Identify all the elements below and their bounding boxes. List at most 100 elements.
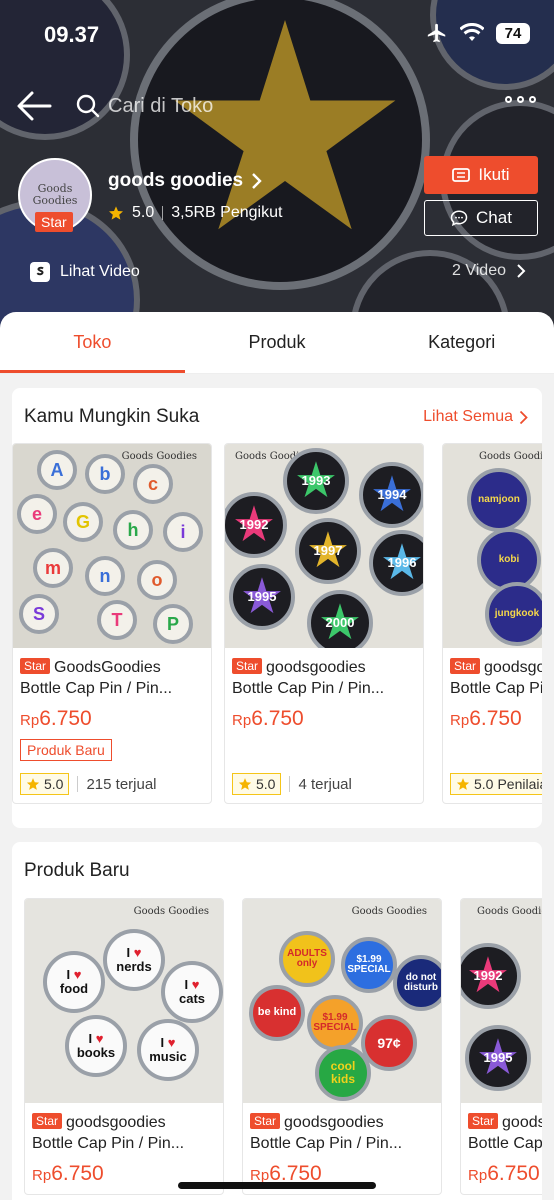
product-price: Rp6.750 xyxy=(468,1162,542,1186)
shop-rating: 5.0 xyxy=(132,204,155,221)
currency: Rp xyxy=(20,712,40,729)
pin-image: A xyxy=(37,450,77,490)
pin-image: o xyxy=(137,560,177,600)
follow-ticket-icon xyxy=(452,168,471,182)
pin-image: 1997 xyxy=(295,518,361,584)
currency: Rp xyxy=(32,1167,52,1184)
search-placeholder: Cari di Toko xyxy=(108,94,214,117)
follow-button[interactable]: Ikuti xyxy=(424,156,538,194)
chat-bubble-icon xyxy=(450,210,468,227)
product-name: Stargoodsgoodies xyxy=(232,656,416,678)
product-name-line2: Bottle Cap Pin / Pin... xyxy=(468,1135,542,1152)
pin-label: 1992 xyxy=(473,968,503,984)
home-indicator[interactable] xyxy=(178,1182,376,1189)
brand-logo-mark: Goods Goodies xyxy=(121,451,197,462)
pin-label: be kind xyxy=(257,1006,297,1019)
product-info: Star GoodsGoodies Bottle Cap Pin / Pin...… xyxy=(13,648,211,803)
star-badge: Star xyxy=(468,1113,499,1129)
star-badge: Star xyxy=(450,658,481,674)
shop-tabs: Toko Produk Kategori xyxy=(0,312,554,374)
pin-image: 1992 xyxy=(225,492,287,558)
product-price: Rp6.750 xyxy=(232,707,416,731)
product-name-line2: Bottle Cap Pin / Pin... xyxy=(450,680,542,697)
pin-image: 1994 xyxy=(359,462,423,528)
chevron-right-icon xyxy=(252,173,262,189)
back-button[interactable] xyxy=(16,90,52,122)
video-link[interactable]: Lihat Video xyxy=(30,262,140,282)
product-name: Stargoodsgoodies xyxy=(250,1111,434,1133)
chat-button[interactable]: Chat xyxy=(424,200,538,236)
tab-kategori[interactable]: Kategori xyxy=(369,312,554,373)
video-count-link[interactable]: 2 Video xyxy=(452,262,526,280)
product-name: Star GoodsGoodies xyxy=(20,656,204,678)
pin-label: cool kids xyxy=(330,1059,356,1086)
star-badge: Star xyxy=(20,658,51,674)
rating-box: 5.0 Penilaian xyxy=(450,773,542,795)
section-title: Produk Baru xyxy=(24,860,130,881)
product-card[interactable]: Goods Goodies ADULTS only $1.99 SPECIAL … xyxy=(242,898,442,1195)
product-card[interactable]: Goods Goodies 1992 1995 Stargoodsgoodies… xyxy=(460,898,542,1195)
pin-label: 1996 xyxy=(387,555,417,571)
see-all-link[interactable]: Lihat Semua xyxy=(423,408,528,426)
pin-label: 1992 xyxy=(239,517,269,533)
pin-label: cats xyxy=(178,991,206,1006)
status-bar: 09.37 74 xyxy=(0,0,554,70)
product-meta: 5.0 Penilaian xyxy=(450,773,542,795)
pin-image: jungkook xyxy=(485,582,542,646)
pin-image: i xyxy=(163,512,203,552)
product-name-line1: goodsgoodies xyxy=(66,1114,166,1131)
product-name-line1: goodsgoodies xyxy=(502,1114,542,1131)
video-count: 2 Video xyxy=(452,262,506,279)
video-row[interactable]: Lihat Video 2 Video xyxy=(30,260,526,288)
pin-image: P xyxy=(153,604,193,644)
product-price: Rp6.750 xyxy=(450,707,542,731)
rating-value: 5.0 xyxy=(474,776,494,792)
pin-image: n xyxy=(85,556,125,596)
shop-name-link[interactable]: goods goodies xyxy=(108,170,263,192)
product-card[interactable]: Goods Goodies I ♥ food I ♥ nerds I ♥ cats I… xyxy=(24,898,224,1195)
tab-toko[interactable]: Toko xyxy=(0,312,185,373)
sold-count: 4 terjual xyxy=(298,775,352,793)
search-icon xyxy=(76,94,100,118)
product-image: Goods Goodies 1993 1994 1992 1997 1996 1… xyxy=(225,444,423,648)
product-meta: 5.0 215 terjual xyxy=(20,773,204,795)
shop-search-input[interactable]: Cari di Toko xyxy=(76,88,406,124)
status-time: 09.37 xyxy=(44,22,100,47)
product-info: Stargoodsgoodies Bottle Cap Pin / Pin...… xyxy=(443,648,542,803)
pin-image: b xyxy=(85,454,125,494)
product-name: Stargoodsgoodies xyxy=(468,1111,542,1133)
rating-value: 5.0 xyxy=(256,776,276,792)
pin-image: namjoon xyxy=(467,468,531,532)
new-products-section: Produk Baru Goods Goodies I ♥ food I ♥ ner… xyxy=(12,842,542,1200)
product-name-line1: goodsgoodies xyxy=(266,659,366,676)
rating-value: 5.0 xyxy=(44,776,64,792)
star-seller-badge: Star xyxy=(35,212,73,232)
product-name-line1: GoodsGoodies xyxy=(54,659,161,676)
currency: Rp xyxy=(450,712,470,729)
product-card[interactable]: Goods Goodies namjoon kobi jungkook Star… xyxy=(442,443,542,804)
pin-image: h xyxy=(113,510,153,550)
tab-produk[interactable]: Produk xyxy=(185,312,370,373)
pin-label: nerds xyxy=(116,959,152,974)
brand-logo-mark: Goods Goodies xyxy=(133,906,209,917)
section-title: Kamu Mungkin Suka xyxy=(24,406,200,427)
wifi-icon xyxy=(460,23,484,41)
rating-box: 5.0 xyxy=(20,773,70,795)
meta-divider xyxy=(77,776,79,792)
pin-image: m xyxy=(33,548,73,588)
pin-image: 97¢ xyxy=(361,1015,417,1071)
pin-label: food xyxy=(59,981,89,996)
pin-image: c xyxy=(133,464,173,504)
product-info: Stargoodsgoodies Bottle Cap Pin / Pin...… xyxy=(25,1103,223,1194)
star-badge: Star xyxy=(232,658,263,674)
see-all-label: Lihat Semua xyxy=(423,408,513,425)
follow-label: Ikuti xyxy=(478,165,510,184)
more-options-icon[interactable] xyxy=(505,96,536,103)
pin-image: I ♥ nerds xyxy=(103,929,165,991)
pin-image: I ♥ music xyxy=(137,1019,199,1081)
product-card[interactable]: Goods Goodies 1993 1994 1992 1997 1996 1… xyxy=(224,443,424,804)
pin-image: e xyxy=(17,494,57,534)
product-card[interactable]: Goods Goodies A b c e G h i m n o S T P … xyxy=(12,443,212,804)
pin-label: $1.99 SPECIAL xyxy=(313,1011,357,1033)
product-name: Stargoodsgoodies xyxy=(32,1111,216,1133)
